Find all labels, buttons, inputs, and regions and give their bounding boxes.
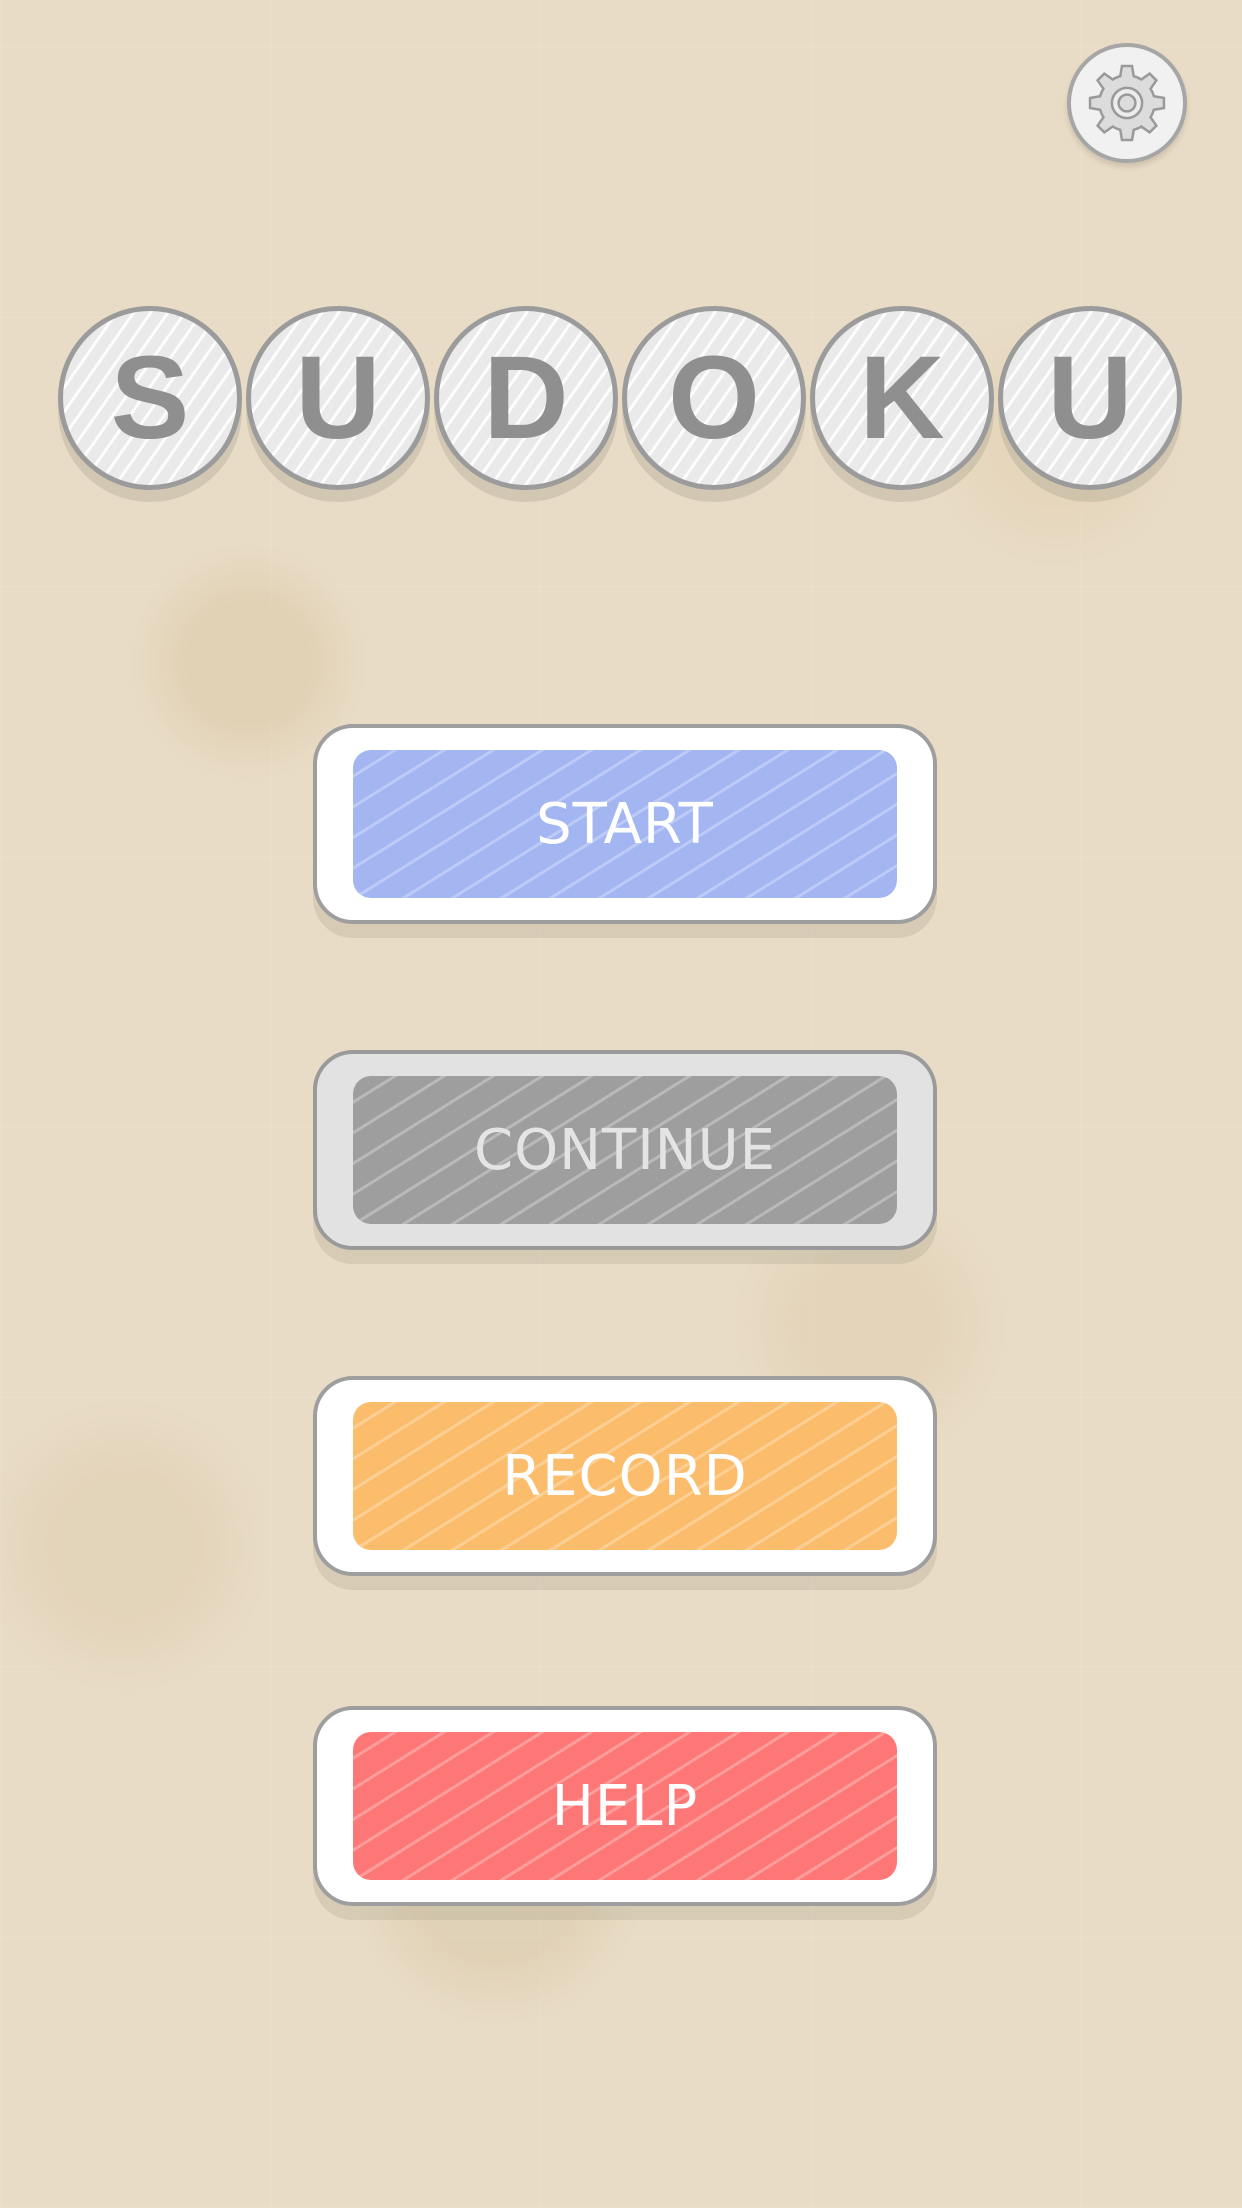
title-letter-u2: U xyxy=(998,306,1182,490)
title-letter-s: S xyxy=(58,306,242,490)
continue-button-fill: CONTINUE xyxy=(353,1076,897,1224)
game-title: S U D O K U xyxy=(58,306,1184,492)
title-letter-o: O xyxy=(622,306,806,490)
continue-button-label: CONTINUE xyxy=(473,1117,777,1183)
gear-icon xyxy=(1088,64,1166,142)
title-letter-u: U xyxy=(246,306,430,490)
start-button-fill: START xyxy=(353,750,897,898)
start-button-label: START xyxy=(536,791,714,857)
help-button-fill: HELP xyxy=(353,1732,897,1880)
record-button-fill: RECORD xyxy=(353,1402,897,1550)
help-button-label: HELP xyxy=(551,1773,699,1839)
start-button[interactable]: START xyxy=(313,724,937,924)
title-letter-d: D xyxy=(434,306,618,490)
continue-button[interactable]: CONTINUE xyxy=(313,1050,937,1250)
settings-button[interactable] xyxy=(1067,43,1187,163)
record-button-label: RECORD xyxy=(502,1443,748,1509)
record-button[interactable]: RECORD xyxy=(313,1376,937,1576)
help-button[interactable]: HELP xyxy=(313,1706,937,1906)
title-letter-k: K xyxy=(810,306,994,490)
